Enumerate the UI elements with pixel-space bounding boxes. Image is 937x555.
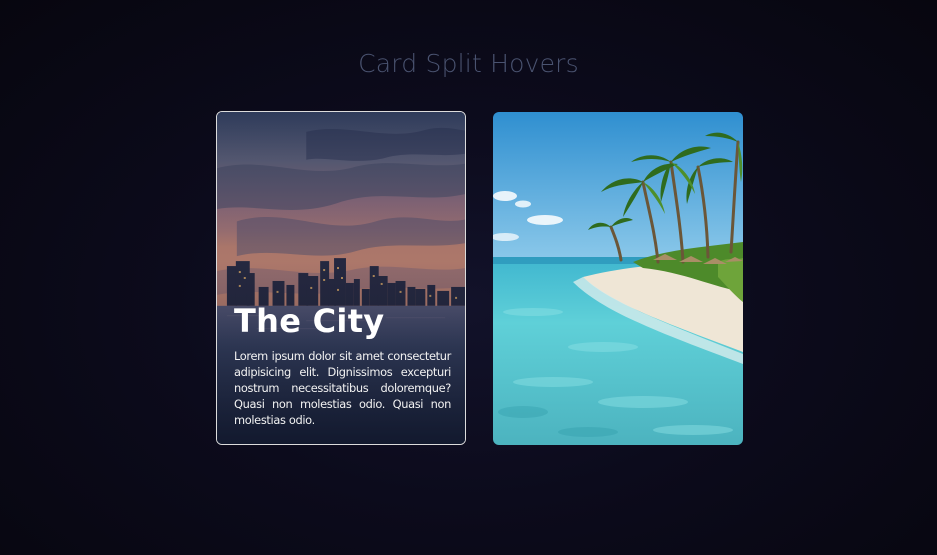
- page-title: Card Split Hovers: [358, 48, 579, 78]
- tropical-beach-image: [493, 112, 743, 445]
- card-heading: The City: [234, 302, 385, 340]
- card-description: Lorem ipsum dolor sit amet consectetur a…: [234, 349, 451, 427]
- card-beach[interactable]: [493, 112, 743, 445]
- card-the-city[interactable]: The City Lorem ipsum dolor sit amet cons…: [216, 111, 466, 445]
